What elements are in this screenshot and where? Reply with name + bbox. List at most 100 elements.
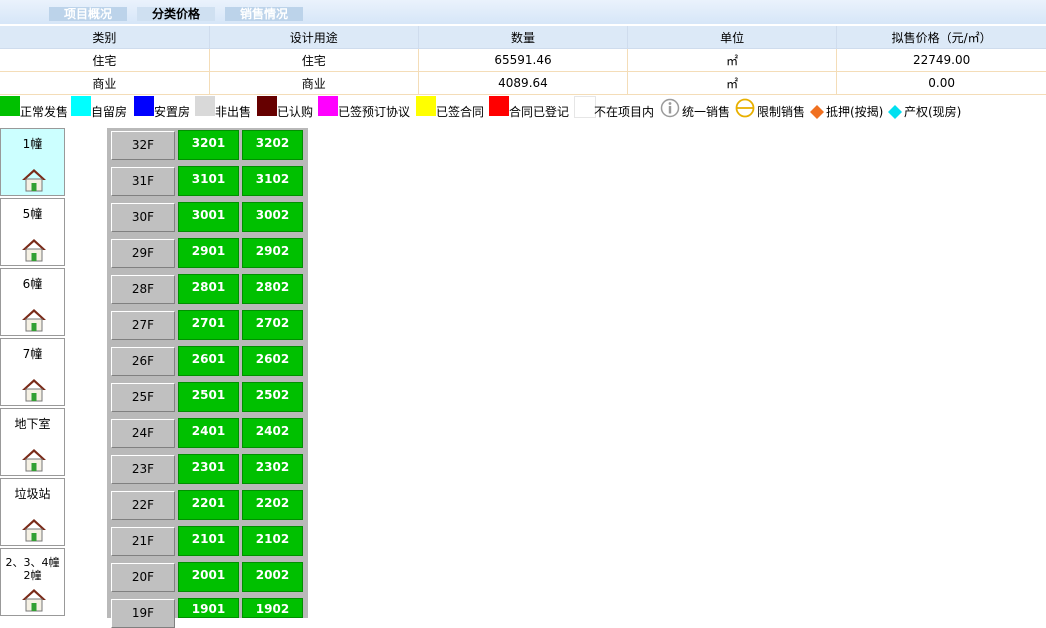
floor-row: 32F 3201 3202 xyxy=(107,128,308,162)
tab-bar: 项目概况 分类价格 销售情况 xyxy=(0,0,1046,24)
legend-label: 已签预订协议 xyxy=(338,105,411,119)
header-design-use: 设计用途 xyxy=(209,26,419,49)
legend-label: 限制销售 xyxy=(757,105,806,119)
legend-label: 非出售 xyxy=(215,105,252,119)
legend-label: 产权(现房) xyxy=(904,105,962,119)
floor-row: 29F 2901 2902 xyxy=(107,236,308,270)
legend-swatch xyxy=(195,96,215,116)
floor-label: 29F xyxy=(111,239,175,268)
unit-cell[interactable]: 2001 xyxy=(178,562,239,592)
header-unit: 单位 xyxy=(627,26,838,49)
floor-label: 26F xyxy=(111,347,175,376)
building-name: 7幢 xyxy=(22,347,43,361)
legend-label: 统一销售 xyxy=(682,105,731,119)
floor-row: 19F 1901 1902 xyxy=(107,596,308,628)
floor-row: 25F 2501 2502 xyxy=(107,380,308,414)
unit-cell[interactable]: 2901 xyxy=(178,238,239,268)
unit-cell[interactable]: 2501 xyxy=(178,382,239,412)
building-name: 地下室 xyxy=(14,417,51,431)
legend-swatch xyxy=(257,96,277,116)
unit-cell[interactable]: 2802 xyxy=(242,274,303,304)
cell-quantity: 65591.46 xyxy=(418,48,629,72)
unit-cell[interactable]: 3202 xyxy=(242,130,303,160)
tab-project-overview[interactable]: 项目概况 xyxy=(49,7,127,21)
house-icon xyxy=(22,239,46,262)
cell-unit: ㎡ xyxy=(627,48,838,72)
unit-cell[interactable]: 2102 xyxy=(242,526,303,556)
unit-cell[interactable]: 1902 xyxy=(242,598,303,618)
floor-row: 24F 2401 2402 xyxy=(107,416,308,450)
floor-row: 31F 3101 3102 xyxy=(107,164,308,198)
legend-label: 已认购 xyxy=(277,105,314,119)
building-name: 6幢 xyxy=(22,277,43,291)
unit-cell[interactable]: 3102 xyxy=(242,166,303,196)
legend-label: 合同已登记 xyxy=(509,105,570,119)
table-header-row: 类别 设计用途 数量 单位 拟售价格（元/㎡） xyxy=(0,26,1046,49)
building-item[interactable]: 5幢 xyxy=(0,198,65,266)
legend-swatch xyxy=(489,96,509,116)
unit-cell[interactable]: 2302 xyxy=(242,454,303,484)
floor-label: 19F xyxy=(111,599,175,628)
tab-category-price[interactable]: 分类价格 xyxy=(137,7,215,21)
unit-cell[interactable]: 3101 xyxy=(178,166,239,196)
info-circle-icon xyxy=(660,98,680,118)
unit-cell[interactable]: 2201 xyxy=(178,490,239,520)
building-name: 垃圾站 xyxy=(14,487,51,501)
unit-cell[interactable]: 2902 xyxy=(242,238,303,268)
legend-swatch xyxy=(134,96,154,116)
unit-cell[interactable]: 2602 xyxy=(242,346,303,376)
building-item[interactable]: 2、3、4幢2幢 xyxy=(0,548,65,616)
unit-cell[interactable]: 2401 xyxy=(178,418,239,448)
building-item[interactable]: 7幢 xyxy=(0,338,65,406)
cell-design-use: 商业 xyxy=(209,71,419,95)
cyan-diamond-icon xyxy=(888,105,902,119)
header-quantity: 数量 xyxy=(418,26,629,49)
floor-label: 20F xyxy=(111,563,175,592)
price-summary-table: 类别 设计用途 数量 单位 拟售价格（元/㎡） 住宅 住宅 65591.46 ㎡… xyxy=(0,26,1046,95)
unit-cell[interactable]: 2601 xyxy=(178,346,239,376)
legend-label: 抵押(按揭) xyxy=(826,105,884,119)
unit-cell[interactable]: 3002 xyxy=(242,202,303,232)
legend-swatch xyxy=(574,96,596,118)
building-item[interactable]: 垃圾站 xyxy=(0,478,65,546)
legend-swatch xyxy=(318,96,338,116)
unit-cell[interactable]: 2101 xyxy=(178,526,239,556)
building-item[interactable]: 地下室 xyxy=(0,408,65,476)
floor-row: 27F 2701 2702 xyxy=(107,308,308,342)
unit-cell[interactable]: 2701 xyxy=(178,310,239,340)
floor-label: 31F xyxy=(111,167,175,196)
unit-cell[interactable]: 1901 xyxy=(178,598,239,618)
unit-cell[interactable]: 2202 xyxy=(242,490,303,520)
cell-unit: ㎡ xyxy=(627,71,838,95)
building-item[interactable]: 1幢 xyxy=(0,128,65,196)
floor-row: 30F 3001 3002 xyxy=(107,200,308,234)
house-icon xyxy=(22,309,46,332)
header-category: 类别 xyxy=(0,26,210,49)
unit-cell[interactable]: 2301 xyxy=(178,454,239,484)
tab-sales-status[interactable]: 销售情况 xyxy=(225,7,303,21)
unit-cell[interactable]: 2402 xyxy=(242,418,303,448)
unit-cell[interactable]: 3201 xyxy=(178,130,239,160)
unit-cell[interactable]: 2801 xyxy=(178,274,239,304)
unit-cell[interactable]: 3001 xyxy=(178,202,239,232)
cell-price: 22749.00 xyxy=(836,48,1046,72)
cell-price: 0.00 xyxy=(836,71,1046,95)
table-row: 住宅 住宅 65591.46 ㎡ 22749.00 xyxy=(0,48,1046,72)
house-icon xyxy=(22,589,46,612)
legend-label: 自留房 xyxy=(91,105,128,119)
legend-swatch xyxy=(0,96,20,116)
unit-cell[interactable]: 2502 xyxy=(242,382,303,412)
legend-label: 正常发售 xyxy=(20,105,69,119)
floor-label: 21F xyxy=(111,527,175,556)
limit-circle-icon xyxy=(735,98,755,118)
house-icon xyxy=(22,519,46,542)
floor-row: 23F 2301 2302 xyxy=(107,452,308,486)
legend-label: 不在项目内 xyxy=(594,105,655,119)
legend-label: 已签合同 xyxy=(436,105,485,119)
unit-cell[interactable]: 2702 xyxy=(242,310,303,340)
unit-cell[interactable]: 2002 xyxy=(242,562,303,592)
floor-row: 28F 2801 2802 xyxy=(107,272,308,306)
floor-label: 30F xyxy=(111,203,175,232)
building-item[interactable]: 6幢 xyxy=(0,268,65,336)
floor-label: 25F xyxy=(111,383,175,412)
